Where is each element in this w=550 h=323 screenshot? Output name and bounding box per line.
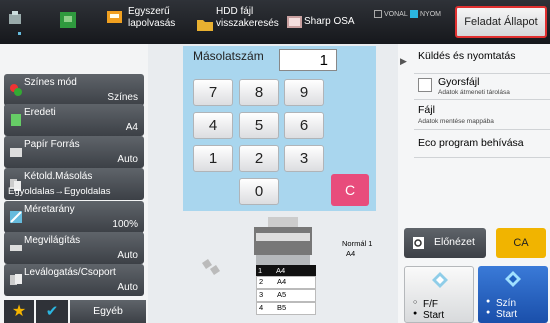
folder-icon (197, 20, 213, 31)
color-mode-icon (10, 84, 22, 96)
color-start-button[interactable]: ● Szín ● Start (478, 266, 548, 323)
quick-file-button[interactable]: Gyorsfájl Adatok átmeneti tárolása (414, 74, 550, 100)
preview-label: Előnézet (434, 236, 475, 248)
osa-icon (287, 16, 302, 28)
sort-group-value: Auto (117, 282, 138, 293)
key-2[interactable]: 2 (239, 145, 279, 172)
original-button[interactable]: Eredeti A4 (4, 104, 144, 136)
file-button[interactable]: Fájl Adatok mentése mappába (414, 100, 550, 130)
job-status-button[interactable]: Feladat Állapot (455, 6, 547, 38)
ratio-button[interactable]: Méretarány 100% (4, 201, 144, 233)
key-4[interactable]: 4 (193, 112, 233, 139)
clear-button[interactable]: C (331, 174, 369, 206)
key-5[interactable]: 5 (239, 112, 279, 139)
other-button[interactable]: Egyéb (70, 300, 146, 323)
tray-row[interactable]: 4 B5 (256, 302, 316, 315)
tab-hdd-file[interactable]: HDD fájl visszakeresés (196, 2, 286, 42)
sort-group-button[interactable]: Leválogatás/Csoport Auto (4, 264, 144, 296)
other-label: Egyéb (93, 305, 123, 317)
eco-program-button[interactable]: Eco program behívása (414, 132, 550, 158)
copy-count-value: 1 (319, 52, 328, 69)
color-mode-button[interactable]: Színes mód Színes (4, 74, 144, 106)
printer-illustration: 1 A4 2 A4 3 A5 4 B5 Normál 1 A4 (200, 215, 400, 323)
checkmark-button[interactable]: ✔ (36, 300, 68, 323)
ratio-icon (10, 211, 22, 223)
quick-file-sub: Adatok átmeneti tárolása (438, 89, 510, 96)
sort-group-label: Leválogatás/Csoport (24, 267, 116, 278)
output-tray-label: Normál 1 (342, 239, 373, 248)
quick-file-label: Gyorsfájl (438, 76, 480, 88)
top-bar: Egyszerű lapolvasás HDD fájl visszakeres… (0, 0, 550, 44)
key-0[interactable]: 0 (239, 178, 279, 205)
color-start-icon (505, 271, 521, 287)
key-1[interactable]: 1 (193, 145, 233, 172)
color-mode-value: Színes (107, 92, 138, 103)
preview-button[interactable]: Előnézet (404, 228, 486, 258)
bw-start-label: Start (423, 310, 445, 321)
indicator-vonal: VONAL (374, 10, 408, 18)
original-icon (11, 114, 21, 126)
file-label: Fájl (418, 104, 435, 116)
tray-row[interactable]: 3 A5 (256, 289, 316, 302)
exposure-button[interactable]: Megvilágítás Auto (4, 232, 144, 264)
duplex-copy-button[interactable]: Kétold.Másolás Egyoldalas→Egyoldalas (4, 168, 144, 200)
output-tray-size: A4 (346, 249, 356, 258)
paper-tray-icon (10, 148, 22, 157)
paper-source-button[interactable]: Papír Forrás Auto (4, 136, 144, 168)
tab-sharp-osa[interactable]: Sharp OSA (286, 2, 366, 42)
color-start-label: Start (496, 309, 518, 320)
file-sub: Adatok mentése mappába (418, 118, 494, 125)
eco-label: Eco program behívása (418, 137, 524, 149)
sort-icon (10, 274, 22, 285)
tab-easy-scan[interactable]: Egyszerű lapolvasás (106, 2, 186, 42)
favorites-star-button[interactable]: ★ (4, 300, 34, 323)
tray-row[interactable]: 1 A4 (256, 265, 316, 276)
duplex-label: Kétold.Másolás (24, 171, 93, 182)
tab-hdd-label: HDD fájl visszakeresés (216, 6, 279, 29)
bw-start-icon (432, 272, 448, 288)
duplex-value: Egyoldalas→Egyoldalas (8, 186, 111, 197)
send-and-print-button[interactable]: Küldés és nyomtatás (414, 44, 550, 74)
tray-row[interactable]: 2 A4 (256, 276, 316, 289)
quick-file-checkbox[interactable] (418, 78, 432, 92)
ratio-label: Méretarány (24, 204, 75, 215)
ca-button[interactable]: CA (496, 228, 546, 258)
check-icon: ✔ (45, 303, 59, 320)
copy-count-field[interactable]: 1 (279, 49, 337, 71)
original-label: Eredeti (24, 107, 56, 118)
app-green-icon[interactable] (58, 10, 80, 32)
color-label: Szín (496, 298, 517, 309)
ratio-value: 100% (112, 219, 138, 230)
exposure-value: Auto (117, 250, 138, 261)
paper-source-value: Auto (117, 154, 138, 165)
color-mode-label: Színes mód (24, 77, 77, 88)
indicator-nyom: NYOM (410, 10, 441, 18)
exposure-icon (10, 245, 22, 251)
copy-count-keypad: Másolatszám 1 7 8 9 4 5 6 1 2 3 0 C (183, 46, 376, 211)
key-3[interactable]: 3 (284, 145, 324, 172)
preview-magnifier-icon (413, 237, 424, 249)
home-icon[interactable] (4, 4, 28, 38)
tab-sharp-osa-label: Sharp OSA (304, 16, 355, 27)
key-9[interactable]: 9 (284, 79, 324, 106)
scan-icon (107, 11, 122, 23)
key-6[interactable]: 6 (284, 112, 324, 139)
job-status-label: Feladat Állapot (464, 16, 538, 28)
send-print-label: Küldés és nyomtatás (418, 50, 516, 62)
key-7[interactable]: 7 (193, 79, 233, 106)
expand-arrow-icon[interactable]: ▶ (400, 56, 410, 66)
star-icon: ★ (11, 303, 27, 320)
paper-source-label: Papír Forrás (24, 139, 80, 150)
clear-label: C (344, 182, 356, 198)
tab-easy-scan-label: Egyszerű lapolvasás (128, 6, 176, 29)
exposure-label: Megvilágítás (24, 235, 81, 246)
copy-count-label: Másolatszám (193, 49, 264, 63)
tray-table: 1 A4 2 A4 3 A5 4 B5 (256, 265, 316, 315)
bw-label: F/F (423, 299, 438, 310)
ca-label: CA (513, 237, 529, 249)
bw-start-button[interactable]: ○ F/F ● Start (404, 266, 474, 323)
scatter-icon (202, 259, 220, 275)
original-value: A4 (125, 122, 138, 133)
key-8[interactable]: 8 (239, 79, 279, 106)
